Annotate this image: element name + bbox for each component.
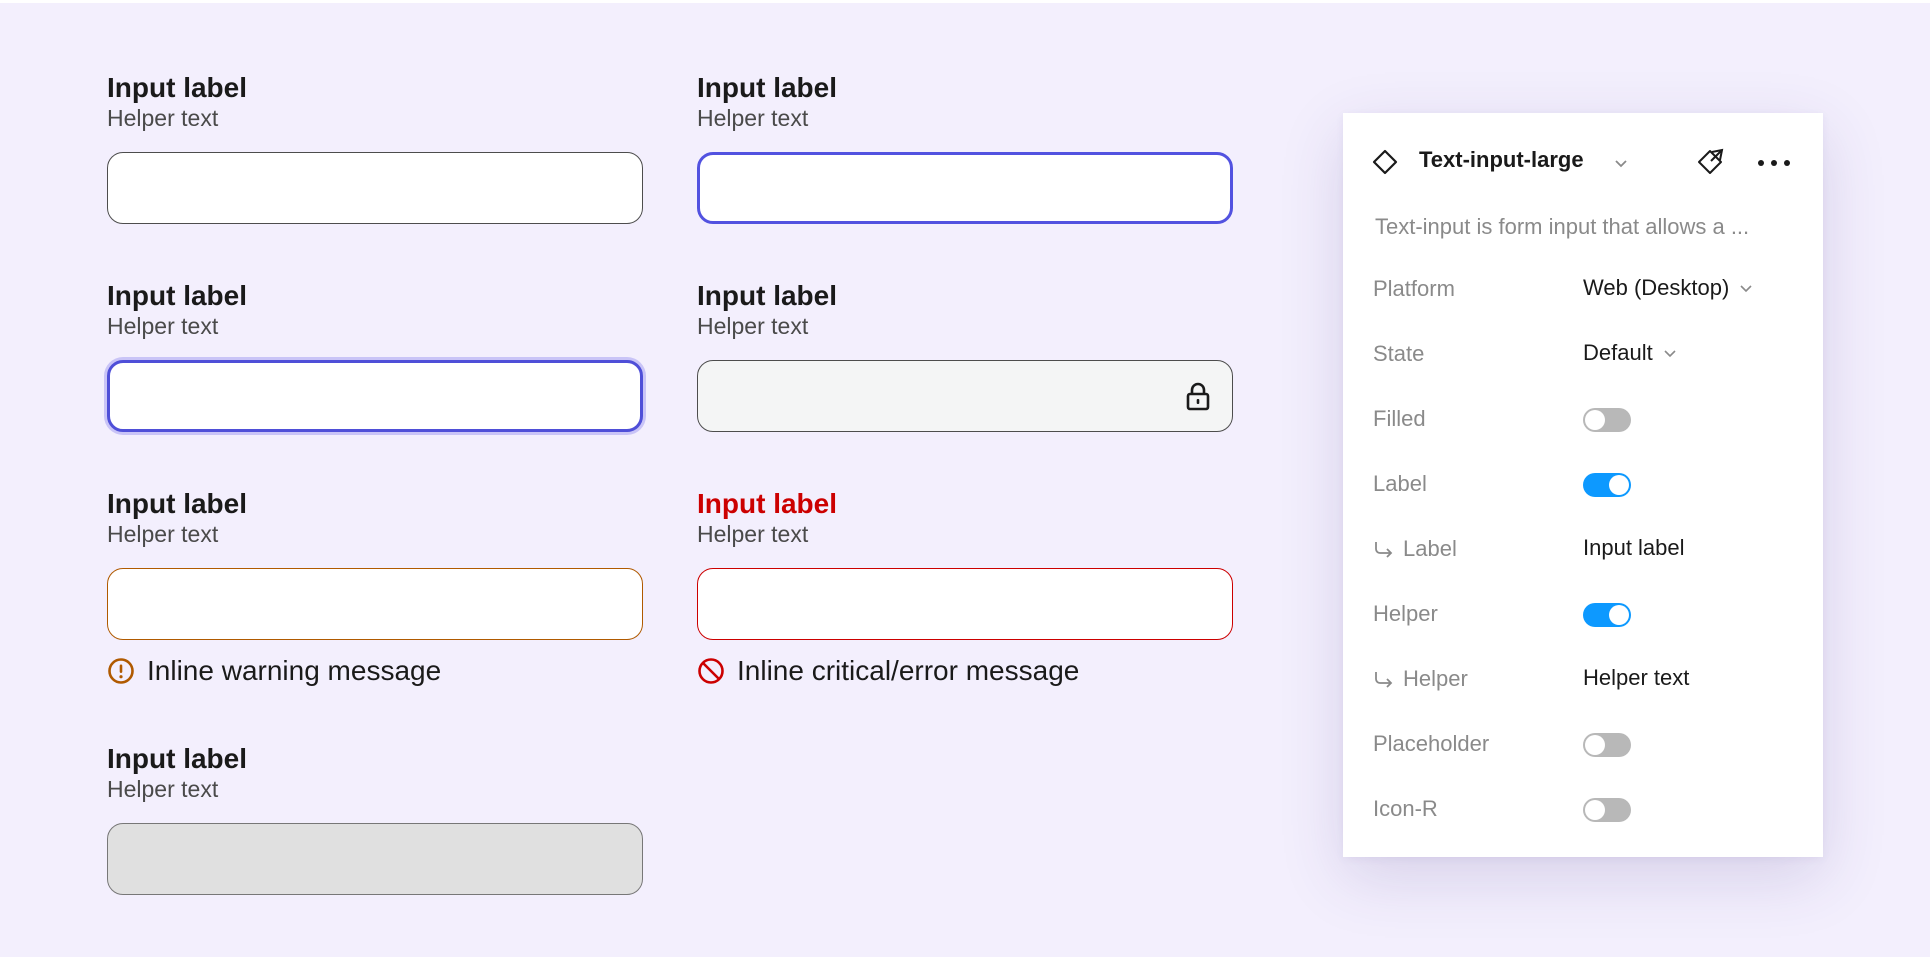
input-label: Input label xyxy=(107,488,247,519)
text-input-field[interactable] xyxy=(107,152,643,224)
text-input-error: Input label Helper text Inline critical/… xyxy=(697,487,1233,688)
property-name-text: Label xyxy=(1403,536,1457,561)
platform-dropdown[interactable]: Web (Desktop) xyxy=(1583,275,1753,301)
chevron-down-icon xyxy=(1740,285,1752,293)
icon-r-toggle[interactable] xyxy=(1583,798,1631,822)
filled-toggle[interactable] xyxy=(1583,408,1631,432)
inline-error-message: Inline critical/error message xyxy=(697,654,1233,688)
text-input-readonly: Input label Helper text xyxy=(697,279,1233,432)
label-text-value[interactable]: Input label xyxy=(1583,535,1685,561)
text-input-disabled: Input label Helper text xyxy=(107,742,643,895)
property-value: Input label xyxy=(1583,535,1685,560)
input-label: Input label xyxy=(107,743,247,774)
label-toggle[interactable] xyxy=(1583,473,1631,497)
property-name: State xyxy=(1373,341,1425,366)
state-dropdown[interactable]: Default xyxy=(1583,340,1677,366)
text-input-field[interactable] xyxy=(697,152,1233,224)
nested-arrow-icon xyxy=(1375,542,1393,558)
property-name: Label xyxy=(1373,471,1427,496)
property-value: Helper text xyxy=(1583,665,1690,690)
helper-text-value[interactable]: Helper text xyxy=(1583,665,1689,691)
property-name: Platform xyxy=(1373,276,1455,301)
more-icon[interactable] xyxy=(1757,155,1791,171)
text-input-field[interactable] xyxy=(107,568,643,640)
input-label: Input label xyxy=(697,488,837,519)
text-input-field[interactable] xyxy=(697,568,1233,640)
lock-icon xyxy=(1186,382,1210,411)
helper-text: Helper text xyxy=(697,105,809,131)
text-input-hover: Input label Helper text xyxy=(697,71,1233,224)
property-placeholder: Placeholder xyxy=(1343,723,1823,763)
property-helper: Helper xyxy=(1343,593,1823,633)
property-name: Placeholder xyxy=(1373,731,1490,756)
input-label: Input label xyxy=(107,72,247,103)
property-filled: Filled xyxy=(1343,398,1823,438)
input-label: Input label xyxy=(107,280,247,311)
input-label: Input label xyxy=(697,72,837,103)
text-input-warning: Input label Helper text Inline warning m… xyxy=(107,487,643,688)
property-name: Helper xyxy=(1373,666,1468,692)
helper-text: Helper text xyxy=(107,313,219,339)
property-label-text: Label Input label xyxy=(1343,528,1823,568)
text-input-field xyxy=(107,823,643,895)
property-name: Filled xyxy=(1373,406,1426,431)
detach-instance-icon[interactable] xyxy=(1695,147,1725,177)
nested-arrow-icon xyxy=(1375,672,1393,688)
property-name: Label xyxy=(1373,536,1457,562)
panel-header: Text-input-large xyxy=(1343,113,1823,203)
text-input-field[interactable] xyxy=(107,360,643,432)
component-properties-panel: Text-input-large Text-input is form inpu… xyxy=(1343,113,1823,857)
component-diamond-icon xyxy=(1372,149,1398,175)
inline-message-text: Inline warning message xyxy=(147,655,442,686)
helper-text: Helper text xyxy=(697,313,809,339)
chevron-down-icon xyxy=(1664,350,1676,358)
property-name: Icon-R xyxy=(1373,796,1438,821)
property-icon-r: Icon-R xyxy=(1343,788,1823,828)
property-helper-text: Helper Helper text xyxy=(1343,658,1823,698)
error-icon xyxy=(698,658,724,684)
property-value: Web (Desktop) xyxy=(1583,275,1730,300)
placeholder-toggle[interactable] xyxy=(1583,733,1631,757)
input-label: Input label xyxy=(697,280,837,311)
property-platform: Platform Web (Desktop) xyxy=(1343,268,1823,308)
warning-icon xyxy=(108,658,134,684)
helper-text: Helper text xyxy=(107,105,219,131)
property-name-text: Helper xyxy=(1403,666,1468,691)
property-value: Default xyxy=(1583,340,1653,365)
inline-warning-message: Inline warning message xyxy=(107,654,643,688)
property-state: State Default xyxy=(1343,333,1823,373)
helper-text: Helper text xyxy=(697,521,809,547)
property-name: Helper xyxy=(1373,601,1438,626)
helper-text: Helper text xyxy=(107,776,219,802)
text-input-default: Input label Helper text xyxy=(107,71,643,224)
helper-toggle[interactable] xyxy=(1583,603,1631,627)
inline-message-text: Inline critical/error message xyxy=(737,655,1080,686)
chevron-down-icon[interactable] xyxy=(1613,155,1629,171)
text-input-focus: Input label Helper text xyxy=(107,279,643,432)
text-input-field[interactable] xyxy=(697,360,1233,432)
component-description: Text-input is form input that allows a .… xyxy=(1375,214,1750,239)
helper-text: Helper text xyxy=(107,521,219,547)
property-label: Label xyxy=(1343,463,1823,503)
design-canvas: Input label Helper text Input label Help… xyxy=(0,3,1930,957)
component-name[interactable]: Text-input-large xyxy=(1419,147,1584,173)
